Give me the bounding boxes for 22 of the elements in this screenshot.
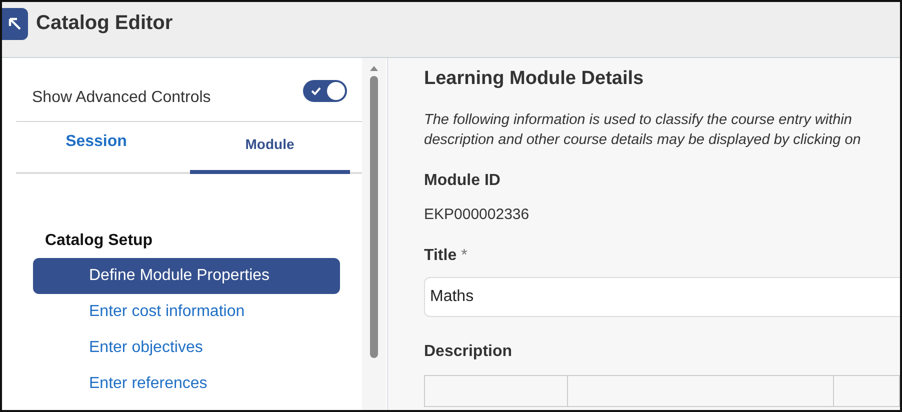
nav-link[interactable]: Enter cost information xyxy=(33,294,340,330)
toggle-label: Show Advanced Controls xyxy=(32,89,211,107)
section-title: Catalog Setup xyxy=(45,232,154,250)
field-label: Description xyxy=(424,343,514,361)
check-icon xyxy=(311,87,321,95)
toggle-switch[interactable] xyxy=(303,80,347,102)
section-heading: Learning Module Details xyxy=(424,68,645,90)
required-mark: * xyxy=(461,247,468,264)
tab[interactable]: Session xyxy=(16,122,176,174)
nav-link[interactable]: Define Module Properties xyxy=(33,258,340,294)
nav-link[interactable]: Enter objectives xyxy=(33,330,340,366)
tab[interactable]: Module xyxy=(190,122,350,174)
field-value: EKP000002336 xyxy=(424,206,530,223)
nav-link[interactable]: Enter references xyxy=(33,366,340,402)
scrollbar[interactable] xyxy=(362,58,386,410)
intro-text: The following information is used to classify the course entry within xyxy=(424,111,853,130)
title-field[interactable]: Maths xyxy=(424,277,900,317)
intro-text: description and other course details may be displayed by clicking on xyxy=(424,131,862,150)
field-label: Title xyxy=(424,247,457,264)
field-label: Module ID xyxy=(424,172,502,190)
scroll-up-icon[interactable] xyxy=(369,64,379,72)
window-title: Catalog Editor xyxy=(36,12,173,35)
